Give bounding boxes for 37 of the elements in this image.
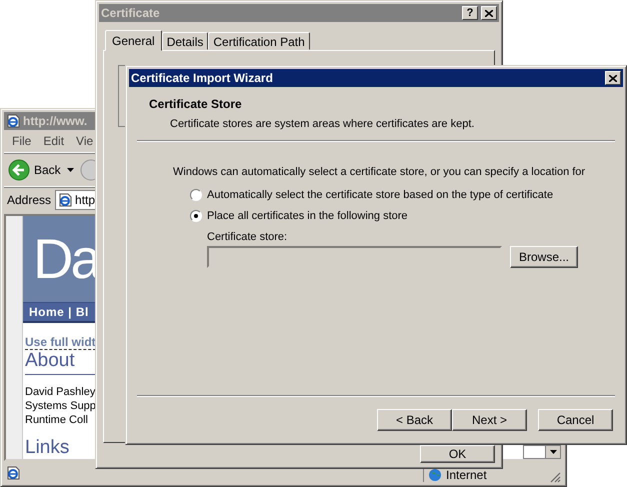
page-icon [58,193,72,207]
instruction-text: Windows can automatically select a certificate store, or you can specify a location for [173,166,586,178]
section-heading: Certificate Store [149,97,243,111]
dropdown[interactable] [523,445,561,459]
browse-button[interactable]: Browse... [510,246,578,268]
links-heading: Links [25,437,70,459]
menu-item[interactable]: Edit [43,134,64,148]
back-button[interactable]: Back [8,159,61,181]
close-button[interactable] [605,71,621,85]
tab[interactable]: Details [162,32,208,50]
nav-button[interactable]: Next > [452,409,527,431]
radio-option[interactable]: Automatically select the certificate store based on the type of certificate [190,189,611,201]
about-heading: About [25,350,75,372]
tab[interactable]: General [105,30,162,51]
resize-grip-icon[interactable] [550,472,561,483]
cancel-button[interactable]: Cancel [538,409,613,431]
address-label: Address [7,193,52,207]
status-text: Internet [446,468,487,482]
globe-icon [428,468,442,482]
tab[interactable]: Certification Path [208,32,310,50]
page-text: David Pashley [25,385,96,399]
page-text: Systems Supp [25,399,96,413]
nav-button[interactable]: < Back [377,409,452,431]
browser-icon [6,466,20,480]
menu-item[interactable]: Vie [76,134,94,148]
section-description: Certificate stores are system areas where certificates are kept. [170,118,476,130]
window-title: http://www. [23,114,88,128]
window-title: Certificate [101,6,160,20]
field-label: Certificate store: [207,231,288,243]
window-title: Certificate Import Wizard [131,71,273,85]
ok-button[interactable]: OK [420,445,495,463]
close-icon[interactable] [609,74,617,82]
radio-option[interactable]: Place all certificates in the following store [190,210,611,222]
page-text: Runtime Coll [25,413,88,427]
browser-icon [6,114,20,128]
menu-item[interactable]: File [12,134,32,148]
caret-icon[interactable] [66,168,74,172]
